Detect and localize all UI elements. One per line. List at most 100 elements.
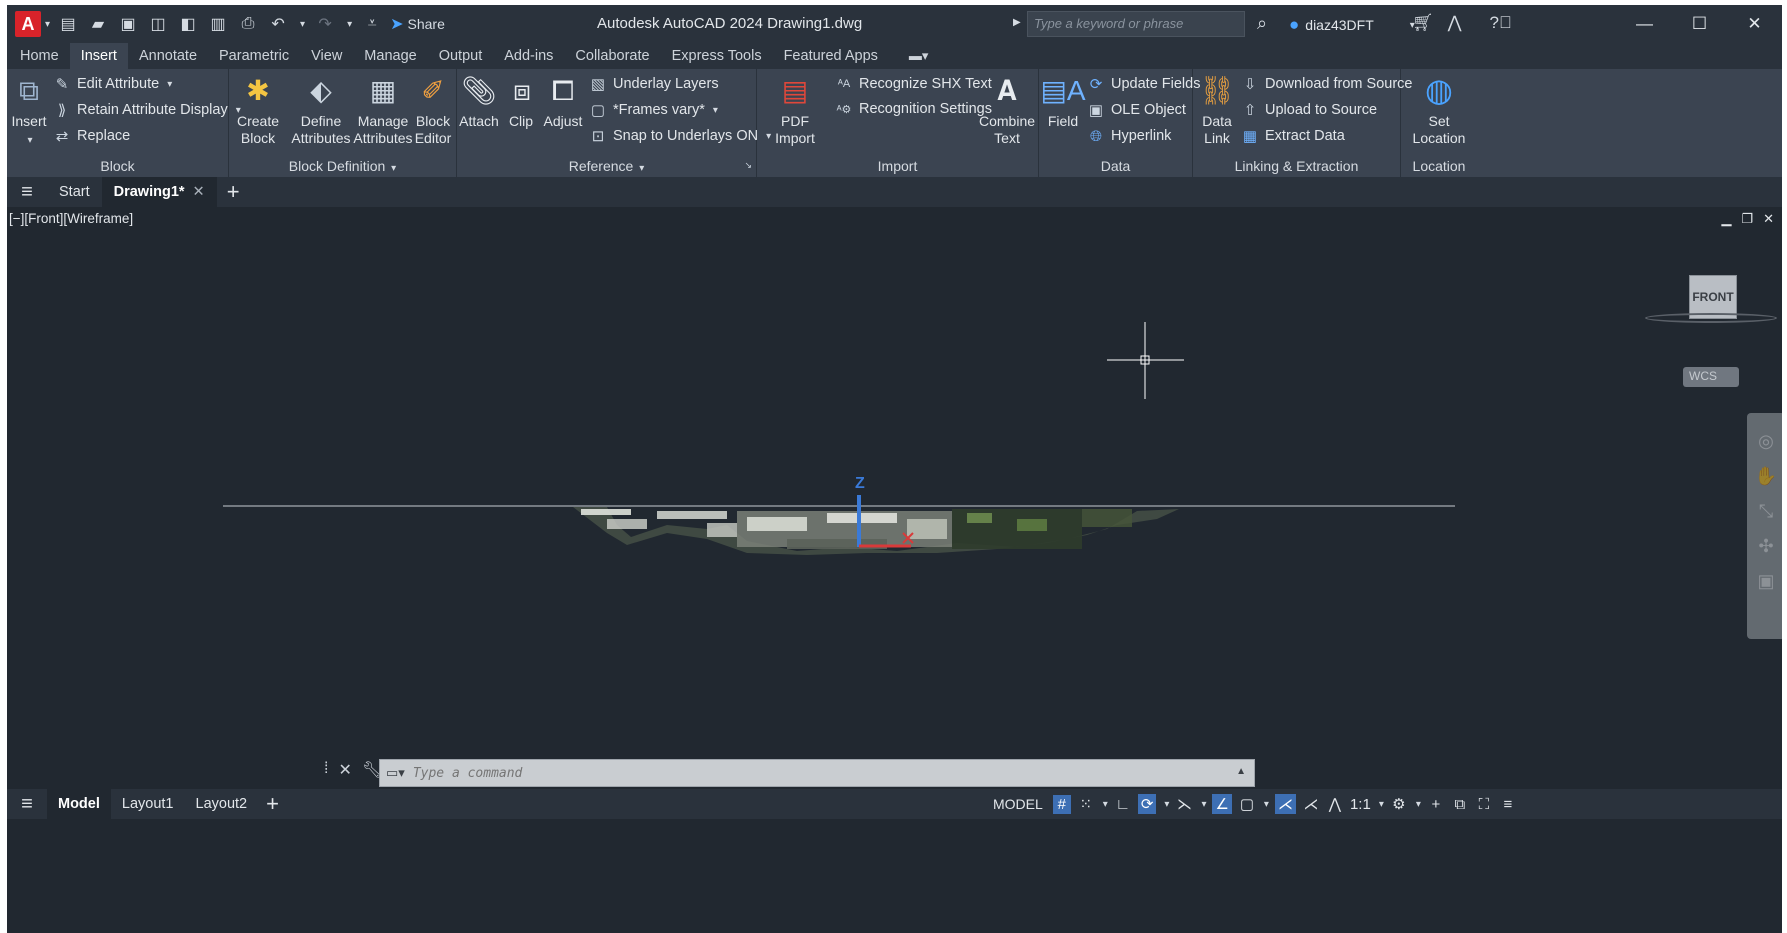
workspace-gear-icon[interactable]: ⚙: [1390, 795, 1408, 813]
upload-to-source-button[interactable]: ⇧ Upload to Source: [1241, 101, 1377, 119]
recognition-settings-button[interactable]: ᴬ⚙ Recognition Settings: [835, 100, 992, 118]
new-file-icon[interactable]: ▤: [58, 14, 78, 34]
user-account[interactable]: ● diaz43DFT ▾: [1289, 15, 1415, 35]
save-web-icon[interactable]: ▥: [208, 14, 228, 34]
tab-model[interactable]: Model: [47, 789, 111, 819]
underlay-layers-button[interactable]: ▧ Underlay Layers: [589, 75, 719, 93]
help-icon[interactable]: ?⃝: [1490, 13, 1512, 33]
grid-icon[interactable]: #: [1052, 794, 1071, 814]
undo-chevron-icon[interactable]: ▾: [300, 19, 305, 30]
tab-manage[interactable]: Manage: [353, 43, 427, 69]
tab-drawing1[interactable]: Drawing1* ✕: [101, 177, 217, 207]
tab-layout2[interactable]: Layout2: [185, 796, 259, 812]
model-space-button[interactable]: MODEL: [989, 796, 1047, 812]
panel-title-block[interactable]: Block: [7, 158, 228, 174]
plot-icon[interactable]: ⎙: [238, 14, 258, 34]
open-web-icon[interactable]: ◧: [178, 14, 198, 34]
tab-output[interactable]: Output: [428, 43, 494, 69]
workspace-chevron-icon[interactable]: ▾: [1416, 799, 1421, 810]
tab-collaborate[interactable]: Collaborate: [564, 43, 660, 69]
command-history-up-icon[interactable]: ▲: [1236, 766, 1246, 777]
snap-chevron-icon[interactable]: ▾: [1103, 799, 1108, 810]
snap-mode-icon[interactable]: ⁙: [1077, 795, 1095, 813]
minimize-icon[interactable]: —: [1617, 5, 1672, 43]
help-search-input[interactable]: Type a keyword or phrase: [1027, 11, 1245, 37]
tab-layout1[interactable]: Layout1: [111, 796, 185, 812]
reference-dialog-launcher-icon[interactable]: ↘: [744, 160, 752, 171]
undo-icon[interactable]: ↶: [268, 14, 288, 34]
tab-home[interactable]: Home: [9, 43, 70, 69]
attach-button[interactable]: 📎︎ Attach: [459, 71, 499, 130]
annotation-monitor-plus-icon[interactable]: +: [1427, 796, 1445, 813]
redo-icon[interactable]: ↷: [315, 14, 335, 34]
isolate-objects-icon[interactable]: ⧉: [1451, 796, 1469, 813]
field-button[interactable]: ▤A Field: [1040, 71, 1085, 130]
panel-title-reference[interactable]: Reference ▾: [457, 158, 756, 174]
data-link-button[interactable]: ⛓ Data Link: [1197, 71, 1237, 147]
close-icon[interactable]: ✕: [1727, 5, 1782, 43]
polar-tracking-icon[interactable]: ⟳: [1137, 794, 1157, 814]
tab-start[interactable]: Start: [47, 184, 102, 200]
set-location-button[interactable]: ◍ Set Location: [1407, 71, 1471, 147]
save-as-icon[interactable]: ◫: [148, 14, 168, 34]
fullscreen-icon[interactable]: ⛶: [1475, 796, 1493, 813]
autodesk-app-icon[interactable]: ⋀: [1448, 13, 1462, 33]
app-menu-chevron-icon[interactable]: ▾: [45, 19, 50, 30]
isodraft-chevron-icon[interactable]: ▾: [1201, 799, 1206, 810]
orbit-icon[interactable]: ✣: [1758, 536, 1773, 557]
ortho-icon[interactable]: ∟: [1114, 796, 1132, 813]
ole-object-button[interactable]: ▣ OLE Object: [1087, 101, 1186, 119]
isodraft-icon[interactable]: ⋋: [1175, 795, 1193, 813]
define-attributes-button[interactable]: ⬖ Define Attributes: [291, 71, 351, 147]
autocad-logo-icon[interactable]: A: [15, 11, 41, 37]
file-tabs-menu-icon[interactable]: ≡: [7, 181, 47, 204]
snap-to-underlays-dropdown[interactable]: ⊡ Snap to Underlays ON ▾: [589, 127, 771, 145]
recognize-shx-text-button[interactable]: ᴬA Recognize SHX Text: [835, 75, 992, 93]
steering-wheel-icon[interactable]: ◎: [1758, 431, 1774, 452]
pan-hand-icon[interactable]: ✋: [1755, 466, 1777, 487]
showmotion-icon[interactable]: ▣: [1757, 571, 1774, 592]
pdf-import-button[interactable]: ▤ PDF Import: [767, 71, 823, 147]
command-input[interactable]: [412, 765, 1193, 781]
new-layout-plus-icon[interactable]: +: [266, 791, 279, 817]
manage-attributes-button[interactable]: ▦ Manage Attributes: [353, 71, 413, 147]
extract-data-button[interactable]: ▦ Extract Data: [1241, 127, 1345, 145]
auto-scale-icon[interactable]: ⋌: [1302, 795, 1320, 813]
tab-insert[interactable]: Insert: [69, 43, 128, 69]
annotation-scale-value[interactable]: 1:1: [1350, 796, 1371, 813]
block-editor-button[interactable]: ✐ Block Editor: [413, 71, 453, 147]
redo-chevron-icon[interactable]: ▾: [347, 19, 352, 30]
search-icon[interactable]: ⌕: [1257, 13, 1267, 34]
object-snap-icon[interactable]: ▢: [1238, 795, 1256, 813]
search-expand-icon[interactable]: ▶: [1013, 17, 1021, 28]
tab-parametric[interactable]: Parametric: [208, 43, 300, 69]
command-prompt-icon[interactable]: ▭▾: [386, 765, 405, 781]
annotation-scale-icon[interactable]: ⋀: [1326, 795, 1344, 813]
tab-express-tools[interactable]: Express Tools: [661, 43, 773, 69]
layout-tabs-menu-icon[interactable]: ≡: [7, 793, 47, 816]
annotation-visibility-icon[interactable]: ⋌: [1274, 794, 1296, 814]
adjust-button[interactable]: ⧠ Adjust: [541, 71, 585, 130]
replace-button[interactable]: ⇄ Replace: [53, 127, 131, 145]
tab-view[interactable]: View: [300, 43, 353, 69]
zoom-extents-icon[interactable]: ⤡: [1759, 501, 1773, 522]
maximize-icon[interactable]: ☐: [1672, 5, 1727, 43]
save-icon[interactable]: ▣: [118, 14, 138, 34]
retain-attribute-display-button[interactable]: ⟫ Retain Attribute Display ▾: [53, 101, 241, 119]
cart-icon[interactable]: 🛒︎: [1412, 13, 1434, 33]
object-snap-chevron-icon[interactable]: ▾: [1264, 799, 1269, 810]
tab-featured-apps[interactable]: Featured Apps: [773, 43, 889, 69]
scale-chevron-icon[interactable]: ▾: [1379, 799, 1384, 810]
close-tab-icon[interactable]: ✕: [193, 184, 205, 200]
command-grip-icon[interactable]: ⁞: [324, 760, 328, 780]
share-button[interactable]: ➤ Share: [390, 14, 445, 34]
clip-button[interactable]: ⧈ Clip: [503, 71, 539, 130]
object-snap-tracking-icon[interactable]: ∠: [1212, 794, 1232, 814]
customize-qat-icon[interactable]: ⩡: [362, 14, 382, 34]
customize-status-bar-icon[interactable]: ≡: [1499, 796, 1517, 813]
command-close-icon[interactable]: ✕: [338, 760, 351, 780]
tab-annotate[interactable]: Annotate: [128, 43, 208, 69]
polar-chevron-icon[interactable]: ▾: [1164, 799, 1169, 810]
frames-vary-dropdown[interactable]: ▢ *Frames vary* ▾: [589, 101, 718, 119]
combine-text-button[interactable]: 𝐀 Combine Text: [979, 71, 1035, 147]
